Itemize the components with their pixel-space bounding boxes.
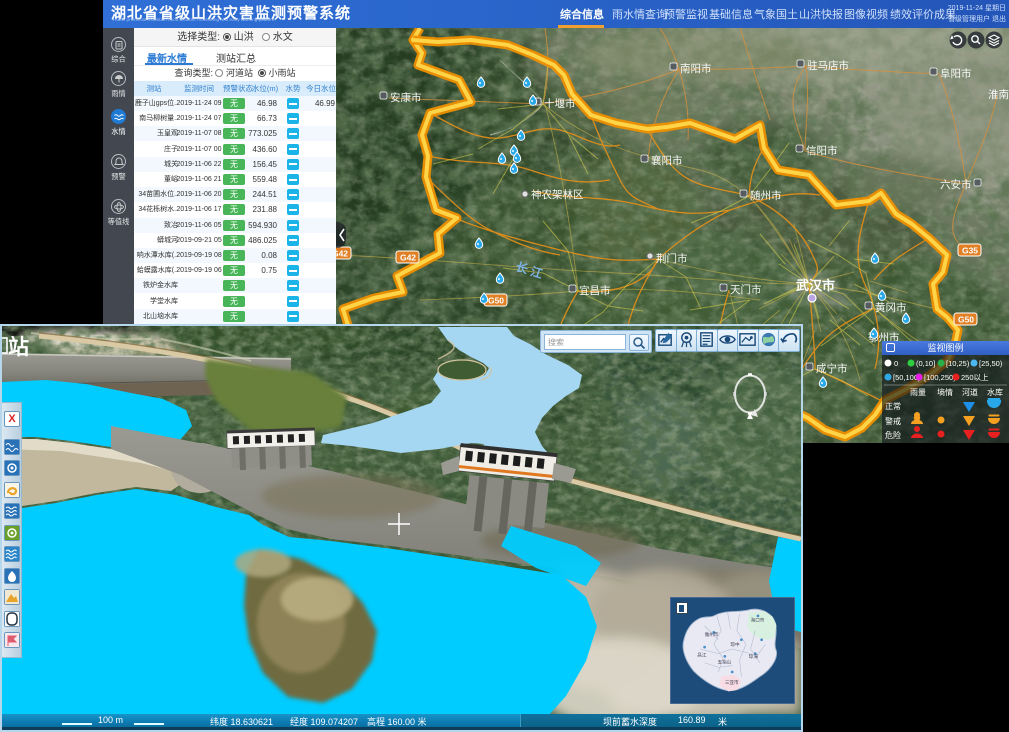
svg-text:驻马店市: 驻马店市 [807,59,849,72]
svg-text:G35: G35 [962,246,978,256]
svg-text:250以上: 250以上 [961,373,989,382]
svg-text:三亚市: 三亚市 [725,679,739,686]
svg-text:襄阳市: 襄阳市 [651,154,683,167]
svg-text:G50: G50 [488,296,504,306]
svg-text:神农架林区: 神农架林区 [531,188,584,201]
svg-text:宜昌市: 宜昌市 [579,284,611,297]
svg-text:正常: 正常 [885,402,901,411]
svg-text:海口市: 海口市 [751,616,765,623]
svg-text:琼海: 琼海 [749,653,759,660]
svg-text:阜阳市: 阜阳市 [940,67,972,80]
svg-text:五指山: 五指山 [717,659,731,666]
svg-text:随州市: 随州市 [750,189,782,202]
svg-text:墒情: 墒情 [937,387,953,397]
svg-text:G50: G50 [958,315,974,325]
svg-text:[25,50): [25,50) [979,359,1003,368]
svg-text:琼中: 琼中 [730,641,740,648]
svg-text:南阳市: 南阳市 [680,62,712,75]
svg-text:天门市: 天门市 [730,283,762,296]
svg-text:信阳市: 信阳市 [806,144,838,157]
svg-text:淮南: 淮南 [988,88,1009,101]
svg-text:六安市: 六安市 [940,178,972,191]
svg-text:[10,25): [10,25) [946,359,970,368]
svg-text:武汉市: 武汉市 [796,278,835,293]
svg-text:昌江: 昌江 [697,651,707,658]
svg-text:儋州市: 儋州市 [705,631,719,638]
svg-text:(0,10]: (0,10] [916,359,935,368]
svg-text:警戒: 警戒 [885,416,901,426]
svg-text:黄冈市: 黄冈市 [875,301,907,314]
svg-text:危险: 危险 [885,430,901,440]
svg-text:水库: 水库 [987,387,1003,397]
svg-text:G42: G42 [336,249,348,259]
svg-text:雨量: 雨量 [910,388,926,397]
svg-text:咸宁市: 咸宁市 [816,362,848,375]
svg-text:G42: G42 [400,253,416,263]
svg-text:0: 0 [894,359,898,368]
svg-text:十堰市: 十堰市 [544,97,576,110]
svg-text:安康市: 安康市 [390,91,422,104]
svg-text:[100,250): [100,250) [924,373,956,382]
svg-text:河道: 河道 [962,387,978,397]
svg-text:站: 站 [8,335,29,359]
svg-text:荆门市: 荆门市 [656,252,688,265]
